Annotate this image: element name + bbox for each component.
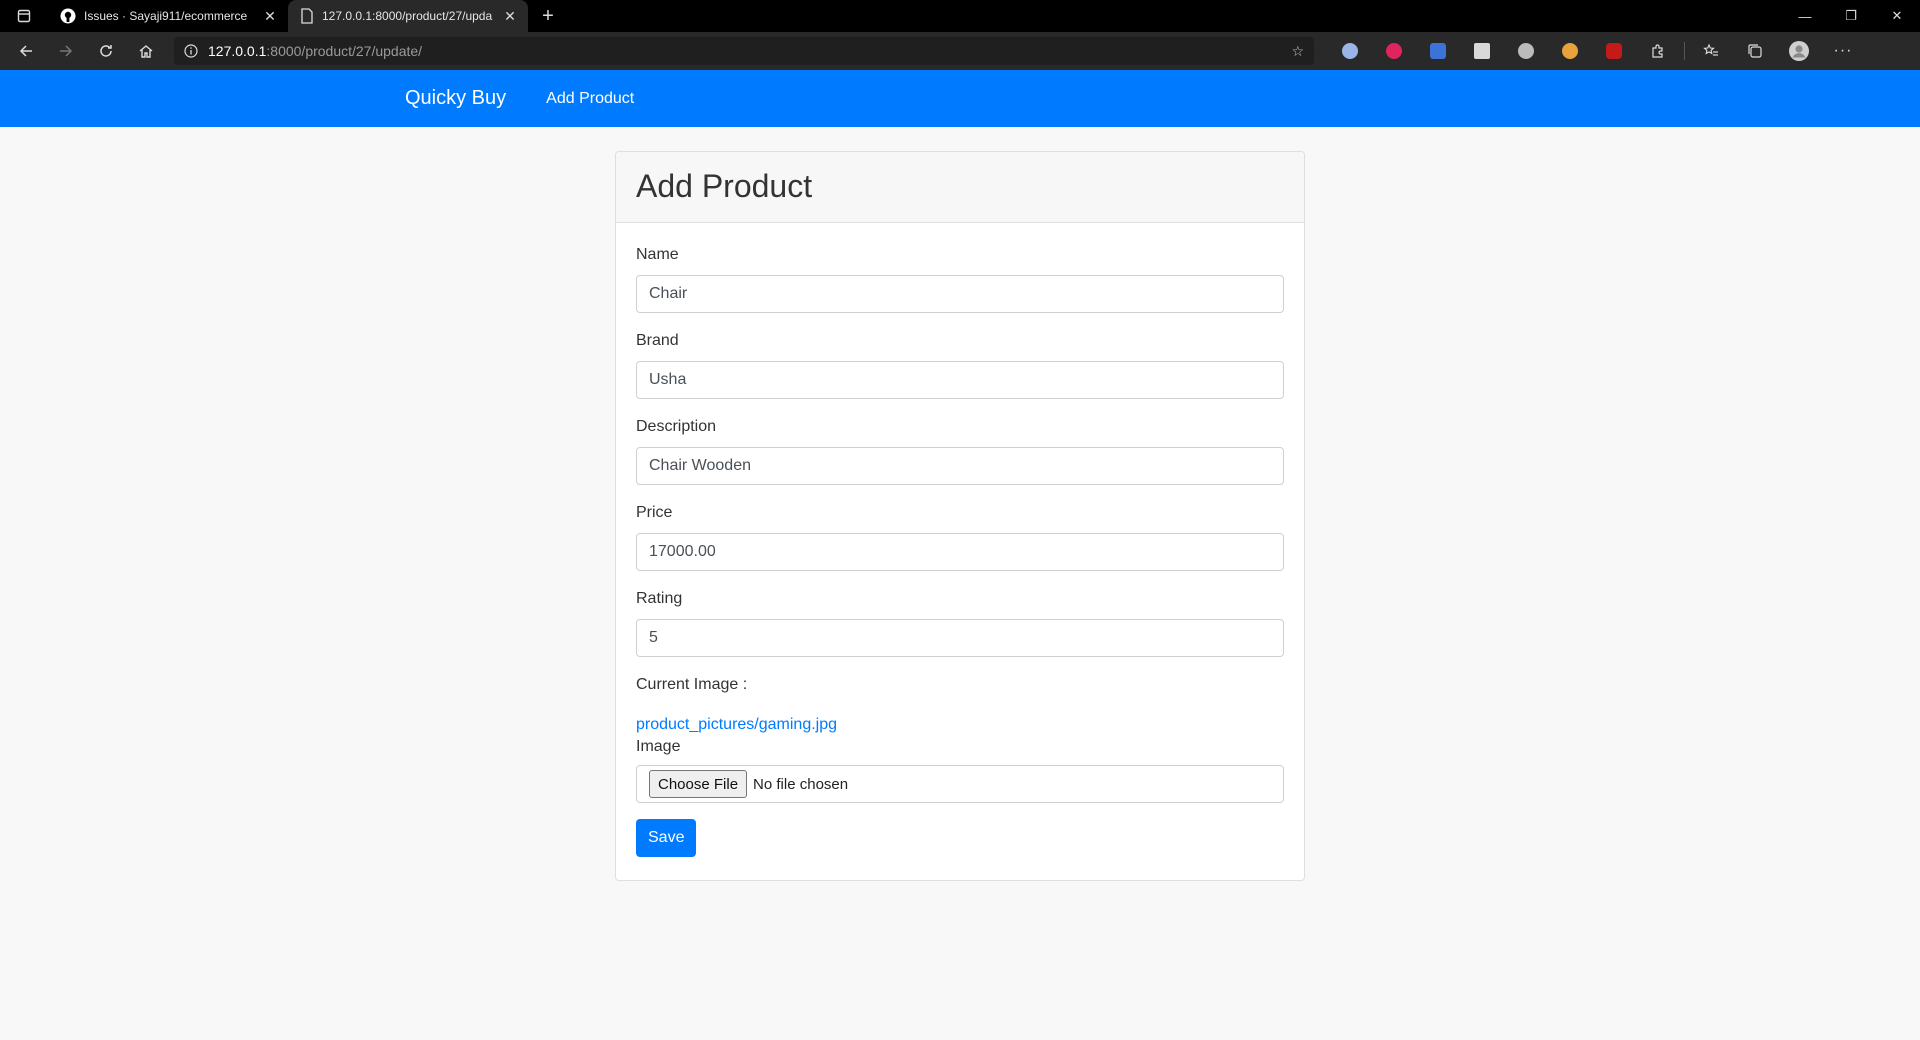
extension-icon <box>1430 43 1446 59</box>
refresh-icon <box>100 45 112 57</box>
close-icon[interactable]: ✕ <box>262 8 278 24</box>
tab-actions-button[interactable] <box>0 0 48 32</box>
description-label: Description <box>636 418 717 435</box>
profile-button[interactable] <box>1777 35 1821 67</box>
url-path: :8000/product/27/update/ <box>266 43 423 59</box>
toolbar-divider <box>1684 42 1685 60</box>
description-group: Description <box>636 417 1284 485</box>
info-icon[interactable] <box>184 44 198 58</box>
favorites-icon <box>1703 43 1718 56</box>
url-host: 127.0.0.1 <box>208 43 267 59</box>
puzzle-icon <box>1652 44 1663 58</box>
extensions-button[interactable] <box>1636 35 1680 67</box>
minimize-button[interactable]: — <box>1782 0 1828 32</box>
image-label: Image <box>636 738 681 755</box>
restore-button[interactable]: ❐ <box>1828 0 1874 32</box>
extension-icon <box>1474 43 1490 59</box>
extensions-bar: ··· <box>1328 35 1865 67</box>
tab-title: 127.0.0.1:8000/product/27/upda <box>322 9 493 23</box>
extension-button[interactable] <box>1592 35 1636 67</box>
avatar-icon <box>1789 41 1809 61</box>
file-status-text: No file chosen <box>753 775 849 793</box>
page-title: Add Product <box>636 168 813 204</box>
extension-button[interactable] <box>1416 35 1460 67</box>
extension-icon <box>1562 43 1578 59</box>
extension-button[interactable] <box>1548 35 1592 67</box>
extension-icon <box>1342 43 1358 59</box>
rating-label: Rating <box>636 590 683 607</box>
github-icon <box>60 8 76 24</box>
brand-link[interactable]: Quicky Buy <box>405 87 506 110</box>
current-image-label: Current Image : <box>636 676 748 693</box>
back-arrow-icon <box>19 45 32 57</box>
tab-github-issues[interactable]: Issues · Sayaji911/ecommerce ✕ <box>48 0 288 32</box>
extension-button[interactable] <box>1372 35 1416 67</box>
extension-icon <box>1606 43 1622 59</box>
favorites-button[interactable] <box>1689 35 1733 67</box>
image-file-input[interactable]: Choose File No file chosen <box>636 765 1284 803</box>
brand-group: Brand <box>636 331 1284 399</box>
tab-title: Issues · Sayaji911/ecommerce <box>84 9 248 23</box>
page-icon <box>301 8 313 24</box>
more-icon: ··· <box>1833 42 1853 59</box>
extension-button[interactable] <box>1460 35 1504 67</box>
product-form-card: Add Product Name Brand Description Price… <box>615 151 1305 881</box>
extension-button[interactable] <box>1504 35 1548 67</box>
rating-input[interactable] <box>636 619 1284 657</box>
extension-button[interactable] <box>1328 35 1372 67</box>
price-group: Price <box>636 503 1284 571</box>
tab-product-update[interactable]: 127.0.0.1:8000/product/27/upda ✕ <box>288 0 528 32</box>
collections-icon <box>1748 44 1762 58</box>
current-image-link[interactable]: product_pictures/gaming.jpg <box>636 715 1284 735</box>
close-window-button[interactable]: ✕ <box>1874 0 1920 32</box>
browser-toolbar: 127.0.0.1:8000/product/27/update/ ☆ ··· <box>0 32 1920 70</box>
name-input[interactable] <box>636 275 1284 313</box>
card-body: Name Brand Description Price Rating Curr… <box>616 223 1304 879</box>
site-navbar: Quicky Buy Add Product <box>0 70 1920 127</box>
name-group: Name <box>636 245 1284 313</box>
browser-tab-bar: Issues · Sayaji911/ecommerce ✕ 127.0.0.1… <box>0 0 1920 32</box>
address-bar[interactable]: 127.0.0.1:8000/product/27/update/ ☆ <box>174 37 1314 65</box>
tab-actions-icon <box>17 9 31 23</box>
save-button[interactable]: Save <box>636 819 697 857</box>
window-controls: — ❐ ✕ <box>1782 0 1920 32</box>
new-tab-button[interactable]: + <box>532 0 564 32</box>
refresh-button[interactable] <box>86 35 126 67</box>
name-label: Name <box>636 246 679 263</box>
menu-button[interactable]: ··· <box>1821 35 1865 67</box>
price-input[interactable] <box>636 533 1284 571</box>
description-input[interactable] <box>636 447 1284 485</box>
home-icon <box>139 45 153 58</box>
url-text: 127.0.0.1:8000/product/27/update/ <box>208 43 422 59</box>
brand-input[interactable] <box>636 361 1284 399</box>
choose-file-button[interactable]: Choose File <box>649 770 748 798</box>
add-favorite-icon[interactable]: ☆ <box>1291 43 1304 60</box>
back-button[interactable] <box>6 35 46 67</box>
forward-button[interactable] <box>46 35 86 67</box>
collections-button[interactable] <box>1733 35 1777 67</box>
nav-add-product-link[interactable]: Add Product <box>546 90 634 108</box>
forward-arrow-icon <box>60 45 73 57</box>
extension-icon <box>1518 43 1534 59</box>
price-label: Price <box>636 504 673 521</box>
extension-icon <box>1386 43 1402 59</box>
brand-label: Brand <box>636 332 679 349</box>
card-header: Add Product <box>616 152 1304 223</box>
home-button[interactable] <box>126 35 166 67</box>
rating-group: Rating <box>636 589 1284 657</box>
close-icon[interactable]: ✕ <box>502 8 518 24</box>
